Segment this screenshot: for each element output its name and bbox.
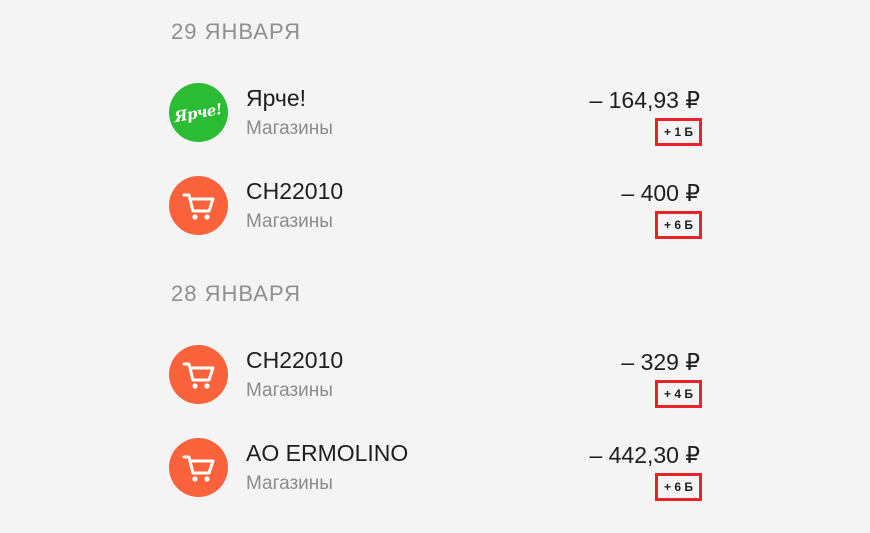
shopping-cart-icon xyxy=(169,438,228,497)
merchant-name: AO ERMOLINO xyxy=(246,440,409,466)
yarche-logo-icon: Ярче! xyxy=(169,83,228,142)
bonus-text: + 6 Б xyxy=(664,218,693,232)
transaction-amount: – 400 ₽ xyxy=(621,180,700,206)
merchant-name: Ярче! xyxy=(246,85,307,111)
bonus-text: + 1 Б xyxy=(664,125,693,139)
shopping-cart-icon xyxy=(169,345,228,404)
transaction-category: Магазины xyxy=(246,211,333,232)
date-header: 28 ЯНВАРЯ xyxy=(171,281,302,306)
shopping-cart-icon xyxy=(169,176,228,235)
transaction-amount: – 442,30 ₽ xyxy=(589,442,700,468)
transaction-category: Магазины xyxy=(246,118,333,139)
transaction-row[interactable]: AO ERMOLINO Магазины – 442,30 ₽ + 6 Б xyxy=(0,438,870,510)
transaction-category: Магазины xyxy=(246,380,333,401)
merchant-name: CH22010 xyxy=(246,178,344,204)
transaction-amount: – 164,93 ₽ xyxy=(589,87,700,113)
transaction-row[interactable]: Ярче! Ярче! Магазины – 164,93 ₽ + 1 Б xyxy=(0,83,870,155)
transaction-category: Магазины xyxy=(246,473,333,494)
transaction-row[interactable]: CH22010 Магазины – 329 ₽ + 4 Б xyxy=(0,345,870,417)
merchant-name: CH22010 xyxy=(246,347,344,373)
bonus-badge: + 6 Б xyxy=(655,211,702,239)
transaction-amount: – 329 ₽ xyxy=(621,349,700,375)
transaction-row[interactable]: CH22010 Магазины – 400 ₽ + 6 Б xyxy=(0,176,870,248)
bonus-badge: + 6 Б xyxy=(655,473,702,501)
bonus-badge: + 4 Б xyxy=(655,380,702,408)
date-header: 29 ЯНВАРЯ xyxy=(171,19,302,44)
bonus-badge: + 1 Б xyxy=(655,118,702,146)
bonus-text: + 4 Б xyxy=(664,387,693,401)
bonus-text: + 6 Б xyxy=(664,480,693,494)
